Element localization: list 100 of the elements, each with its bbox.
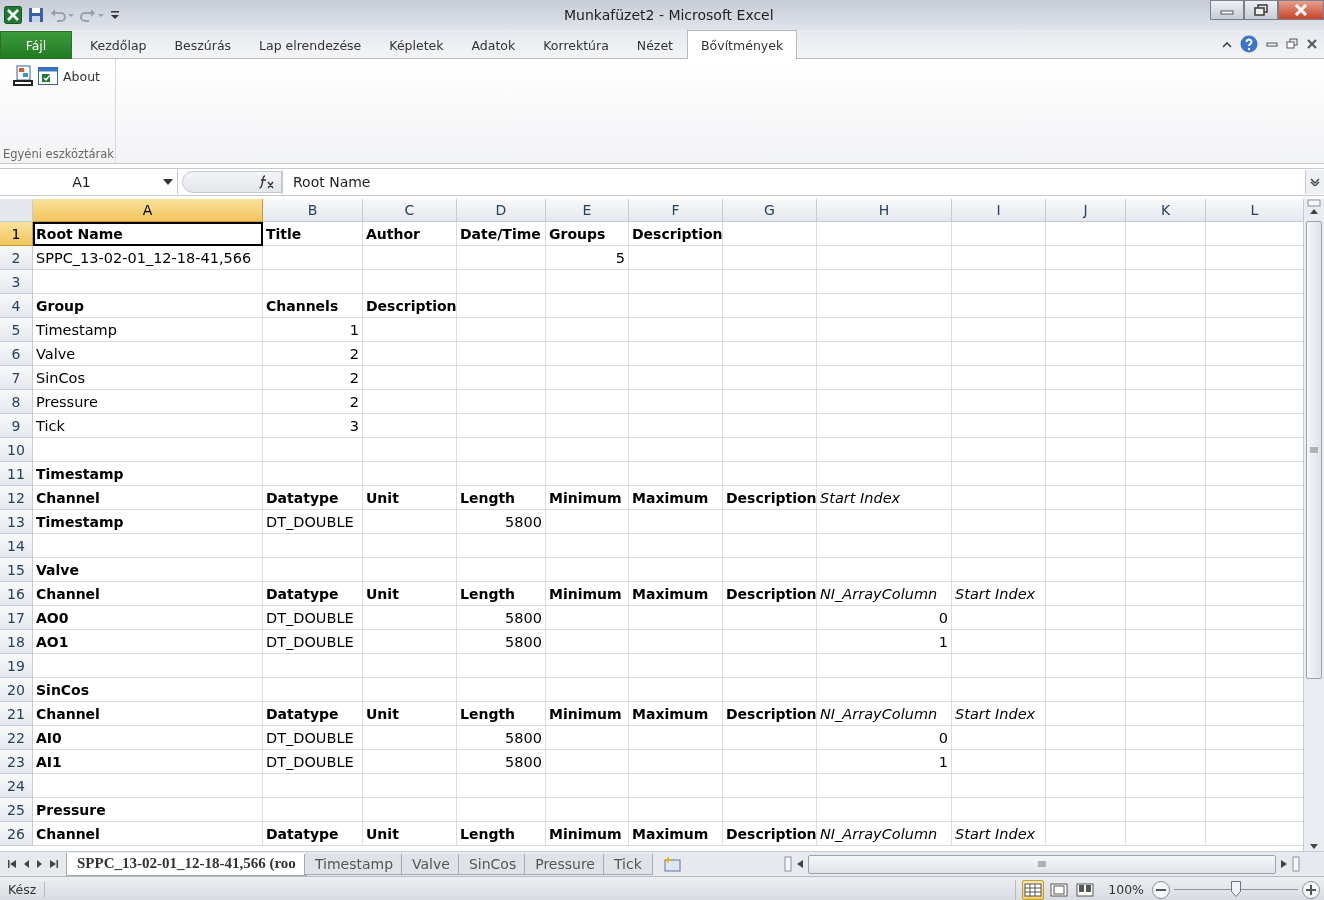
sheet-tab[interactable]: Pressure xyxy=(524,853,606,875)
scroll-up-icon[interactable] xyxy=(1309,207,1319,217)
empty-cell[interactable] xyxy=(629,558,723,582)
empty-cell[interactable] xyxy=(1126,606,1206,630)
row-header[interactable]: 8 xyxy=(0,390,33,414)
empty-cell[interactable] xyxy=(1046,702,1126,726)
empty-cell[interactable] xyxy=(1046,822,1126,846)
scroll-thumb[interactable] xyxy=(1306,221,1322,679)
next-sheet-icon[interactable] xyxy=(36,859,43,869)
empty-cell[interactable] xyxy=(723,774,817,798)
empty-cell[interactable] xyxy=(1046,270,1126,294)
row-header[interactable]: 3 xyxy=(0,270,33,294)
scroll-thumb[interactable] xyxy=(808,854,1276,874)
row-header[interactable]: 25 xyxy=(0,798,33,822)
empty-cell[interactable] xyxy=(363,558,457,582)
empty-cell[interactable] xyxy=(363,414,457,438)
empty-cell[interactable] xyxy=(363,342,457,366)
empty-cell[interactable] xyxy=(952,342,1046,366)
ribbon-tab[interactable]: Adatok xyxy=(457,31,530,59)
empty-cell[interactable] xyxy=(1046,222,1126,246)
empty-cell[interactable] xyxy=(723,270,817,294)
empty-cell[interactable] xyxy=(629,246,723,270)
empty-cell[interactable] xyxy=(546,510,629,534)
empty-cell[interactable] xyxy=(1126,534,1206,558)
empty-cell[interactable] xyxy=(457,678,546,702)
empty-cell[interactable] xyxy=(1046,558,1126,582)
empty-cell[interactable] xyxy=(817,678,952,702)
row-header[interactable]: 21 xyxy=(0,702,33,726)
empty-cell[interactable] xyxy=(1126,582,1206,606)
empty-cell[interactable] xyxy=(723,798,817,822)
empty-cell[interactable] xyxy=(1046,366,1126,390)
empty-cell[interactable] xyxy=(1046,342,1126,366)
empty-cell[interactable] xyxy=(952,654,1046,678)
ribbon-tab[interactable]: Lap elrendezése xyxy=(245,31,376,59)
empty-cell[interactable] xyxy=(546,558,629,582)
minimize-button[interactable] xyxy=(1210,0,1244,20)
column-header[interactable]: G xyxy=(723,199,817,222)
empty-cell[interactable] xyxy=(363,798,457,822)
empty-cell[interactable] xyxy=(952,510,1046,534)
empty-cell[interactable] xyxy=(1046,246,1126,270)
empty-cell[interactable] xyxy=(629,438,723,462)
empty-cell[interactable] xyxy=(546,798,629,822)
empty-cell[interactable] xyxy=(629,294,723,318)
empty-cell[interactable] xyxy=(629,606,723,630)
row-header[interactable]: 1 xyxy=(0,222,33,246)
empty-cell[interactable] xyxy=(1046,438,1126,462)
empty-cell[interactable] xyxy=(457,774,546,798)
empty-cell[interactable] xyxy=(952,558,1046,582)
zoom-in-button[interactable] xyxy=(1302,880,1320,899)
empty-cell[interactable] xyxy=(546,414,629,438)
empty-cell[interactable] xyxy=(457,366,546,390)
empty-cell[interactable] xyxy=(723,294,817,318)
empty-cell[interactable] xyxy=(629,414,723,438)
empty-cell[interactable] xyxy=(629,318,723,342)
empty-cell[interactable] xyxy=(457,342,546,366)
empty-cell[interactable] xyxy=(1046,774,1126,798)
empty-cell[interactable] xyxy=(1046,390,1126,414)
empty-cell[interactable] xyxy=(457,654,546,678)
empty-cell[interactable] xyxy=(1046,606,1126,630)
empty-cell[interactable] xyxy=(1046,630,1126,654)
empty-cell[interactable] xyxy=(546,318,629,342)
dropdown-caret-icon[interactable] xyxy=(163,179,173,185)
customize-dropdown-icon[interactable] xyxy=(110,9,120,21)
row-header[interactable]: 14 xyxy=(0,534,33,558)
column-header[interactable]: I xyxy=(952,199,1046,222)
sheet-tab[interactable]: SPPC_13-02-01_12-18-41,566 (roo xyxy=(66,852,307,876)
empty-cell[interactable] xyxy=(363,774,457,798)
empty-cell[interactable] xyxy=(952,222,1046,246)
empty-cell[interactable] xyxy=(629,630,723,654)
empty-cell[interactable] xyxy=(629,726,723,750)
row-header[interactable]: 11 xyxy=(0,462,33,486)
split-handle-icon[interactable] xyxy=(784,856,792,872)
empty-cell[interactable] xyxy=(723,750,817,774)
empty-cell[interactable] xyxy=(1126,726,1206,750)
empty-cell[interactable] xyxy=(546,294,629,318)
empty-cell[interactable] xyxy=(263,534,363,558)
empty-cell[interactable] xyxy=(1126,774,1206,798)
empty-cell[interactable] xyxy=(363,750,457,774)
empty-cell[interactable] xyxy=(817,294,952,318)
undo-icon[interactable] xyxy=(50,7,74,23)
empty-cell[interactable] xyxy=(952,246,1046,270)
empty-cell[interactable] xyxy=(1046,798,1126,822)
help-icon[interactable] xyxy=(1240,35,1258,53)
empty-cell[interactable] xyxy=(363,726,457,750)
empty-cell[interactable] xyxy=(629,270,723,294)
empty-cell[interactable] xyxy=(546,750,629,774)
empty-cell[interactable] xyxy=(546,342,629,366)
empty-cell[interactable] xyxy=(1126,390,1206,414)
empty-cell[interactable] xyxy=(723,366,817,390)
empty-cell[interactable] xyxy=(1046,486,1126,510)
empty-cell[interactable] xyxy=(457,294,546,318)
row-header[interactable]: 6 xyxy=(0,342,33,366)
empty-cell[interactable] xyxy=(1126,822,1206,846)
empty-cell[interactable] xyxy=(817,342,952,366)
empty-cell[interactable] xyxy=(363,534,457,558)
column-header[interactable]: A xyxy=(33,199,263,222)
empty-cell[interactable] xyxy=(952,774,1046,798)
zoom-slider-thumb[interactable] xyxy=(1231,881,1241,897)
empty-cell[interactable] xyxy=(817,654,952,678)
empty-cell[interactable] xyxy=(817,534,952,558)
